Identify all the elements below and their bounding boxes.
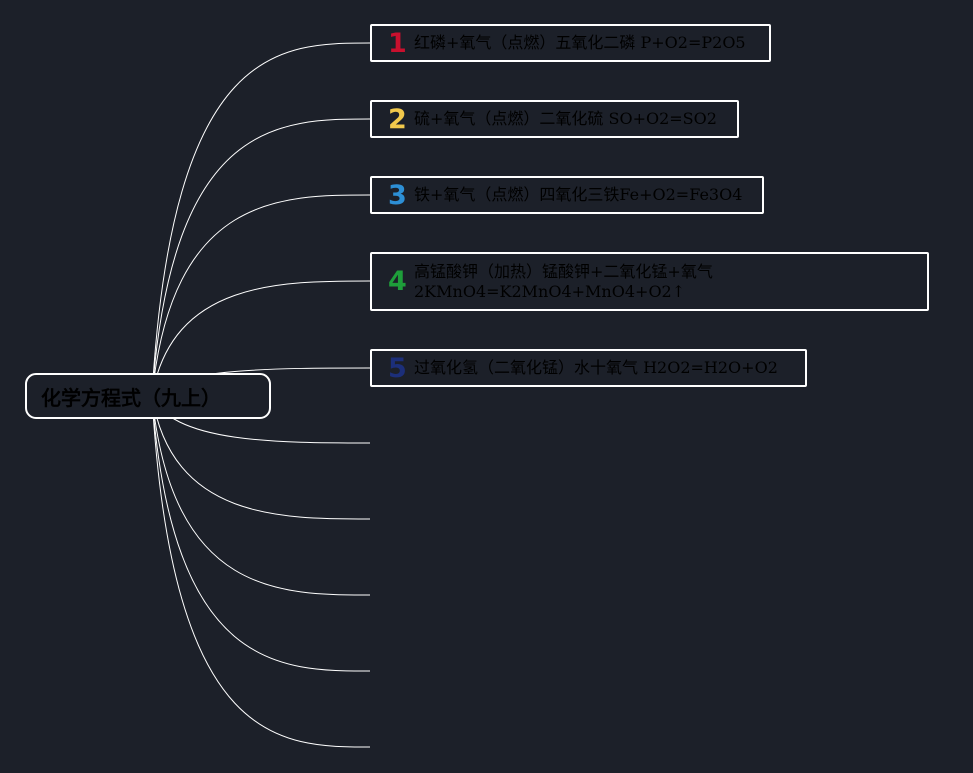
- branch-node-4[interactable]: 4 高锰酸钾（加热）锰酸钾+二氧化锰+氧气 2KMnO4=K2MnO4+MnO4…: [370, 252, 929, 311]
- connector-empty-5: [151, 395, 371, 748]
- number-badge-4-icon: 4: [388, 266, 407, 297]
- number-badge-5-icon: 5: [388, 352, 407, 384]
- root-topic-label: 化学方程式（九上）: [41, 385, 221, 410]
- branch-node-2[interactable]: 2 硫+氧气（点燃）二氧化硫 SO+O2=SO2: [370, 100, 739, 138]
- branch-node-1[interactable]: 1 红磷+氧气（点燃）五氧化二磷 P+O2=P2O5: [370, 24, 771, 62]
- connector-to-node-2: [151, 118, 371, 397]
- branch-node-3[interactable]: 3 铁+氧气（点燃）四氧化三铁Fe+O2=Fe3O4: [370, 176, 764, 214]
- connector-empty-3: [151, 395, 371, 596]
- connector-to-node-3: [151, 194, 371, 397]
- branch-label: 铁+氧气（点燃）四氧化三铁Fe+O2=Fe3O4: [414, 185, 743, 204]
- mind-map: 化学方程式（九上） 1 红磷+氧气（点燃）五氧化二磷 P+O2=P2O5 2 硫…: [0, 0, 973, 773]
- root-topic[interactable]: 化学方程式（九上）: [25, 373, 271, 419]
- connector-to-node-1: [151, 42, 371, 397]
- branch-node-5[interactable]: 5 过氧化氢（二氧化锰）水十氧气 H2O2=H2O+O2: [370, 349, 807, 387]
- number-badge-2-icon: 2: [388, 103, 407, 135]
- branch-label: 红磷+氧气（点燃）五氧化二磷 P+O2=P2O5: [414, 33, 746, 52]
- branch-label: 过氧化氢（二氧化锰）水十氧气 H2O2=H2O+O2: [414, 358, 778, 377]
- branch-label: 硫+氧气（点燃）二氧化硫 SO+O2=SO2: [414, 109, 717, 128]
- number-badge-1-icon: 1: [388, 27, 407, 59]
- branch-label: 高锰酸钾（加热）锰酸钾+二氧化锰+氧气 2KMnO4=K2MnO4+MnO4+O…: [414, 261, 713, 301]
- number-badge-3-icon: 3: [388, 179, 407, 211]
- connector-empty-4: [151, 395, 371, 672]
